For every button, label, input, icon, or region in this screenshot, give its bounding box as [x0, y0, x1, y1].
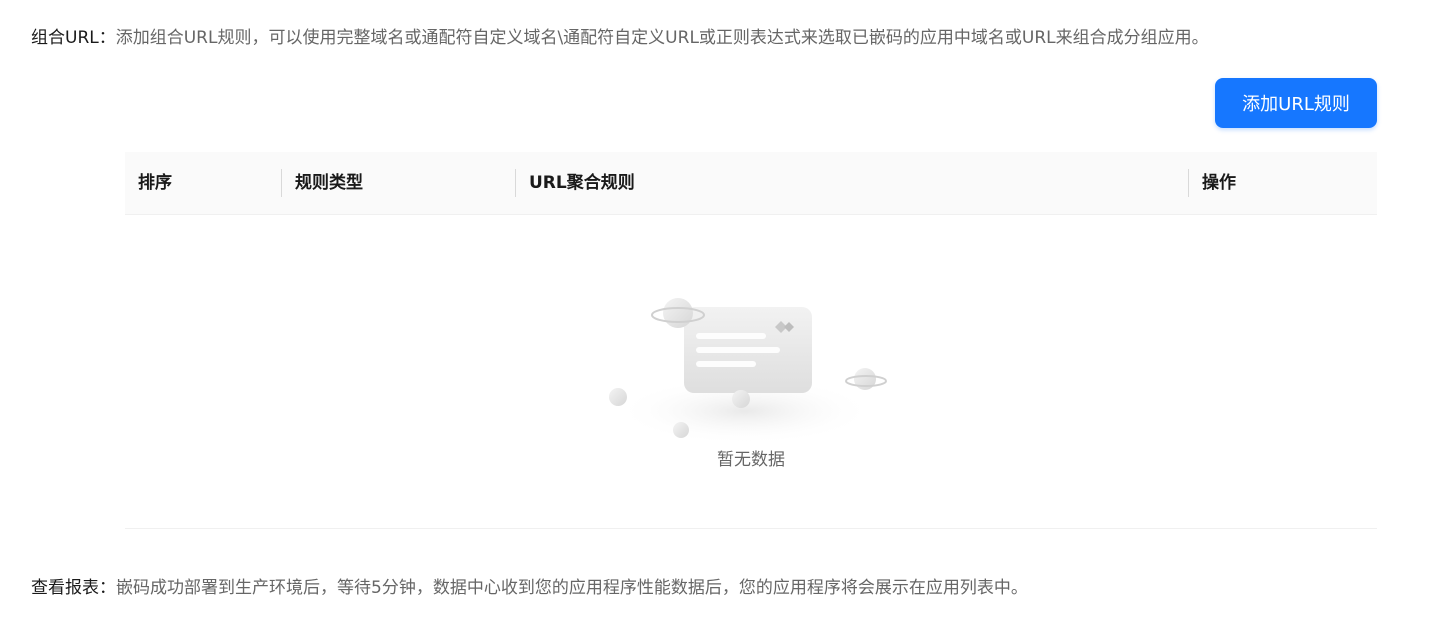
column-divider	[1188, 169, 1189, 197]
column-header-order[interactable]: 排序	[138, 152, 172, 214]
table-header: 排序 规则类型 URL聚合规则 操作	[125, 152, 1377, 215]
column-header-url-rule[interactable]: URL聚合规则	[529, 152, 635, 214]
combine-url-label: 组合URL：	[31, 28, 116, 48]
url-rule-table: 排序 规则类型 URL聚合规则 操作 暂无数据	[125, 152, 1377, 529]
column-divider	[515, 169, 516, 197]
view-report-label: 查看报表：	[31, 578, 116, 598]
column-divider	[281, 169, 282, 197]
add-url-rule-button[interactable]: 添加URL规则	[1215, 78, 1377, 128]
view-report-description: 嵌码成功部署到生产环境后，等待5分钟，数据中心收到您的应用程序性能数据后，您的应…	[116, 578, 1028, 598]
empty-state-illustration	[600, 289, 890, 449]
view-report-row: 查看报表：嵌码成功部署到生产环境后，等待5分钟，数据中心收到您的应用程序性能数据…	[31, 576, 1028, 600]
combine-url-row: 组合URL：添加组合URL规则，可以使用完整域名或通配符自定义域名\通配符自定义…	[31, 26, 1209, 50]
column-header-actions[interactable]: 操作	[1202, 152, 1236, 214]
column-header-rule-type[interactable]: 规则类型	[295, 152, 363, 214]
empty-state-text: 暂无数据	[717, 450, 785, 470]
combine-url-description: 添加组合URL规则，可以使用完整域名或通配符自定义域名\通配符自定义URL或正则…	[115, 28, 1209, 48]
